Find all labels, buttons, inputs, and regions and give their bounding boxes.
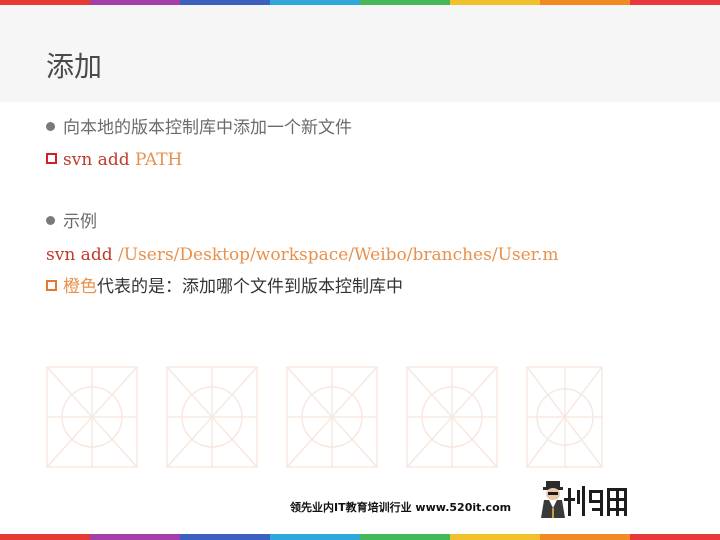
command-param: PATH [134,150,183,170]
explanation-line: 橙色代表的是：添加哪个文件到版本控制库中 [46,276,403,298]
bullet-text-2: 示例 [63,212,97,232]
background-watermark [46,366,603,468]
watermark-glyph-4 [406,366,498,468]
slide-title: 添加 [46,50,103,83]
brand-logo-icon [541,481,627,518]
command-line: svn add PATH [46,149,182,171]
watermark-glyph-1 [46,366,138,468]
mascot-icon [541,481,565,518]
example-line: svn add /Users/Desktop/workspace/Weibo/b… [46,244,558,266]
watermark-glyph-5 [526,366,603,468]
example-path: /Users/Desktop/workspace/Weibo/branches/… [117,245,559,265]
explanation-text: 代表的是：添加哪个文件到版本控制库中 [97,277,403,297]
logo-glyphs-icon [564,486,627,516]
command-text: svn add [63,150,135,170]
title-band [0,5,720,102]
watermark-glyph-2 [166,366,258,468]
footer-slogan: 领先业内IT教育培训行业 www.520it.com [290,501,512,514]
round-bullet-icon [46,122,55,131]
bullet-text-1: 向本地的版本控制库中添加一个新文件 [63,118,352,138]
bullet-line-2: 示例 [46,211,97,233]
bullet-line-1: 向本地的版本控制库中添加一个新文件 [46,117,352,139]
square-bullet-icon [46,280,57,291]
square-bullet-icon [46,153,57,164]
example-command: svn add [46,245,118,265]
bottom-color-stripe [0,534,720,540]
round-bullet-icon [46,216,55,225]
explanation-highlight: 橙色 [63,277,97,297]
watermark-glyph-3 [286,366,378,468]
